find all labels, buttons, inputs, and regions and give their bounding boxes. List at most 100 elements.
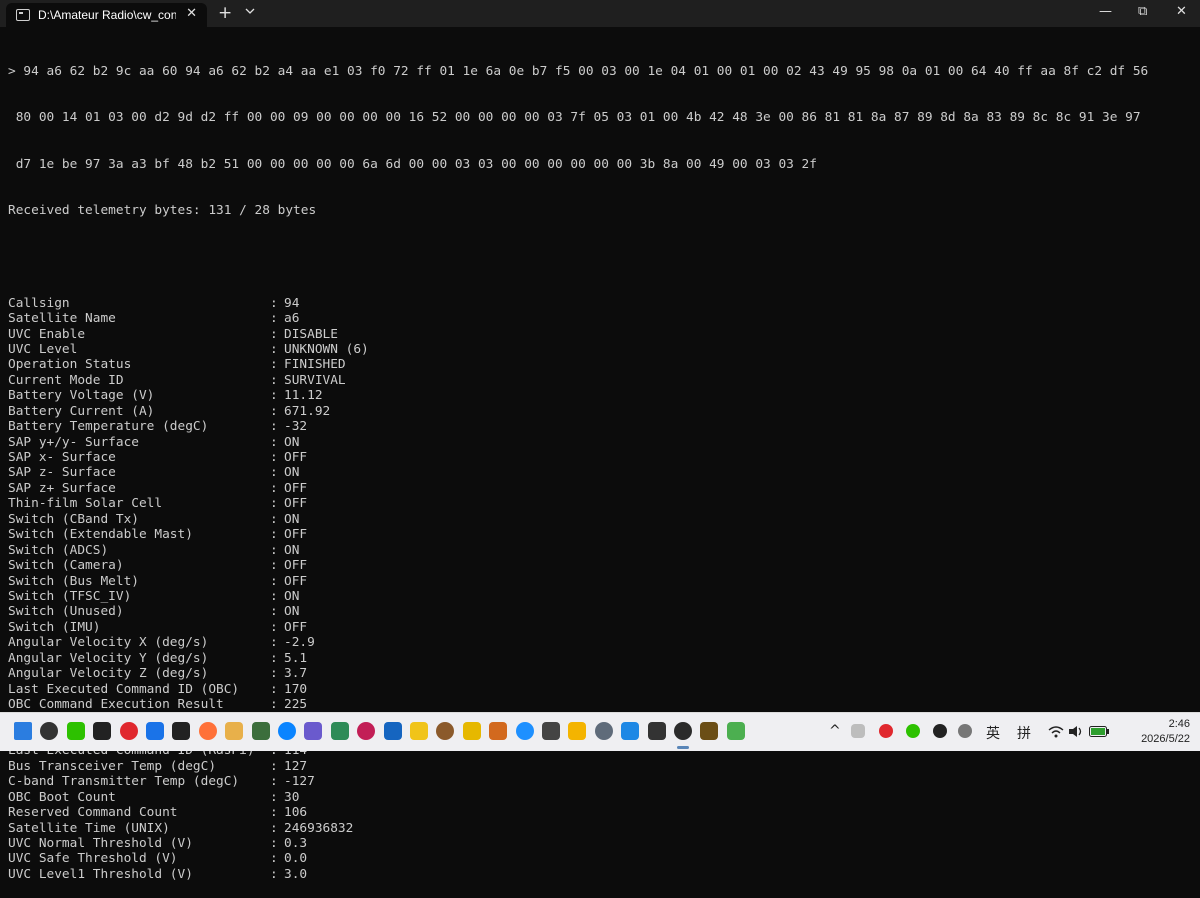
app-icon[interactable] <box>278 722 296 740</box>
app-icon[interactable] <box>410 722 428 740</box>
telemetry-row: SAP x- Surface: OFF <box>8 450 1194 465</box>
telemetry-label: Battery Temperature (degC) <box>8 419 209 435</box>
telemetry-value: 671.92 <box>284 403 331 419</box>
telemetry-row: Switch (Extendable Mast): OFF <box>8 527 1194 542</box>
terminal-icon[interactable] <box>674 722 692 740</box>
app-icon[interactable] <box>383 722 402 740</box>
app-icon[interactable] <box>251 722 270 740</box>
app-icon[interactable] <box>542 722 560 740</box>
volume-icon[interactable] <box>1068 725 1084 738</box>
telemetry-label: Switch (CBand Tx) <box>8 511 139 527</box>
tray-chevron-icon[interactable]: ^ <box>829 723 841 739</box>
terminal-output[interactable]: > 94 a6 62 b2 9c aa 60 94 a6 62 b2 a4 aa… <box>8 33 1194 898</box>
telemetry-label: UVC Safe Threshold (V) <box>8 851 178 867</box>
netease-tray-icon[interactable] <box>879 724 893 738</box>
maximize-button[interactable]: ⧉ <box>1138 4 1147 19</box>
telemetry-row: Operation Status: FINISHED <box>8 357 1194 372</box>
app-icon[interactable] <box>621 722 640 740</box>
telemetry-row: UVC Level1 Threshold (V):3.0 <box>8 867 1194 882</box>
telemetry-row: Battery Voltage (V):11.12 <box>8 388 1194 403</box>
app-icon[interactable] <box>647 722 666 740</box>
telemetry-value: ON <box>284 542 300 558</box>
app-icon[interactable] <box>146 722 164 740</box>
title-bar: D:\Amateur Radio\cw_convert ✕ + — ⧉ ✕ <box>0 0 1200 27</box>
app-icon[interactable] <box>515 722 534 740</box>
telemetry-separator: : <box>270 419 278 435</box>
app-icon[interactable] <box>330 722 349 740</box>
app-icon[interactable] <box>700 722 719 740</box>
clock[interactable]: 2:46 2026/5/22 <box>1141 717 1190 747</box>
telemetry-row: Battery Temperature (degC): -32 <box>8 419 1194 434</box>
microphone-icon[interactable] <box>958 724 972 738</box>
settings-icon[interactable] <box>594 722 613 740</box>
telemetry-row: Satellite Name: a6 <box>8 311 1194 326</box>
telemetry-label: OBC Command Execution Result <box>8 697 224 712</box>
telemetry-label: Switch (Bus Melt) <box>8 573 139 589</box>
telemetry-separator: : <box>270 357 278 373</box>
telemetry-value: -2.9 <box>284 635 315 651</box>
qq-tray-icon[interactable] <box>933 724 947 738</box>
telemetry-label: Battery Current (A) <box>8 403 155 419</box>
telemetry-row: Last Executed Command ID (OBC):170 <box>8 682 1194 697</box>
qq-icon[interactable] <box>93 722 112 740</box>
terminal-tab[interactable]: D:\Amateur Radio\cw_convert ✕ <box>6 3 207 27</box>
telemetry-value: 0.0 <box>284 851 308 867</box>
netease-music-icon[interactable] <box>119 722 138 740</box>
app-icon[interactable] <box>225 722 244 740</box>
app-icon[interactable] <box>304 722 323 740</box>
telemetry-value: 3.7 <box>284 666 308 682</box>
telemetry-row: SAP z- Surface: ON <box>8 465 1194 480</box>
telemetry-separator: : <box>270 311 278 327</box>
close-button[interactable]: ✕ <box>1176 4 1187 19</box>
firefox-icon[interactable] <box>198 722 217 740</box>
telemetry-separator: : <box>270 403 278 419</box>
telemetry-label: Satellite Name <box>8 311 116 327</box>
telemetry-separator: : <box>270 666 278 682</box>
wechat-tray-icon[interactable] <box>906 724 920 738</box>
telemetry-separator: : <box>270 835 278 851</box>
telemetry-separator: : <box>270 542 278 558</box>
telemetry-label: OBC Boot Count <box>8 789 116 805</box>
telemetry-value: 106 <box>284 805 308 821</box>
telemetry-separator: : <box>270 496 278 512</box>
music-icon[interactable] <box>172 722 191 740</box>
minimize-button[interactable]: — <box>1099 4 1112 19</box>
app-icon[interactable] <box>357 722 376 740</box>
wechat-icon[interactable] <box>66 722 85 740</box>
telemetry-fields: Callsign:94 Satellite Name: a6 UVC Enable: D… <box>8 296 1194 883</box>
hex-line: > 94 a6 62 b2 9c aa 60 94 a6 62 b2 a4 aa… <box>8 63 1149 79</box>
telemetry-value: UNKNOWN (6) <box>284 341 369 357</box>
telemetry-row: Angular Velocity Y (deg/s):5.1 <box>8 651 1194 666</box>
telemetry-separator: : <box>270 604 278 620</box>
telemetry-separator: : <box>270 697 278 712</box>
wifi-icon[interactable] <box>1048 725 1064 738</box>
telemetry-separator: : <box>270 820 278 836</box>
telemetry-label: SAP z+ Surface <box>8 480 116 496</box>
new-tab-button[interactable]: + <box>218 3 232 23</box>
app-icon[interactable] <box>489 722 508 740</box>
telemetry-label: C-band Transmitter Temp (degC) <box>8 774 240 790</box>
ime-mode[interactable]: 拼 <box>1017 723 1031 743</box>
app-icon[interactable] <box>726 722 745 740</box>
telemetry-value: OFF <box>284 558 308 574</box>
task-view-icon[interactable] <box>40 722 59 740</box>
ime-language[interactable]: 英 <box>986 723 1000 743</box>
battery-icon[interactable] <box>1089 726 1109 737</box>
telemetry-row: OBC Boot Count:30 <box>8 790 1194 805</box>
app-icon[interactable] <box>462 722 481 740</box>
telemetry-row: UVC Enable: DISABLE <box>8 327 1194 342</box>
telemetry-row: Switch (ADCS): ON <box>8 543 1194 558</box>
chevron-down-icon[interactable] <box>245 7 255 15</box>
telemetry-separator: : <box>270 326 278 342</box>
tray-app-icon[interactable] <box>851 724 865 738</box>
telemetry-value: 94 <box>284 295 300 311</box>
tab-close-icon[interactable]: ✕ <box>186 6 197 21</box>
telemetry-separator: : <box>270 851 278 867</box>
telemetry-row: C-band Transmitter Temp (degC): -127 <box>8 774 1194 789</box>
file-explorer-icon[interactable] <box>568 722 587 740</box>
telemetry-label: Switch (TFSC_IV) <box>8 588 132 604</box>
app-icon[interactable] <box>436 722 455 740</box>
telemetry-separator: : <box>270 295 278 311</box>
windows-start-icon[interactable] <box>14 722 32 740</box>
